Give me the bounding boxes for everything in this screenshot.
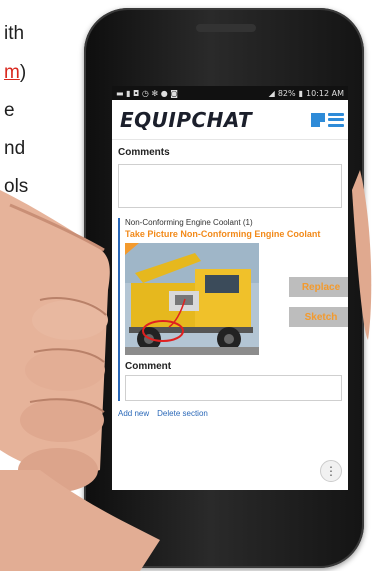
comments-textarea[interactable] [118,164,342,208]
side-text-4: nd [4,138,26,159]
add-new-link[interactable]: Add new [118,409,149,418]
side-text-paren: ) [19,62,27,83]
battery-level: 82% [277,88,296,98]
equipment-photo[interactable] [125,243,259,355]
app-header: EQUIPCHAT [112,100,348,140]
section-title: Non-Conforming Engine Coolant (1) [125,218,253,227]
signal-icon: ◢ [268,88,275,98]
status-notification-icons: ▬ ▮ ◘ ◷ ✻ ● ◙ [116,88,178,98]
delete-section-link[interactable]: Delete section [157,409,208,418]
side-text-3: e [4,100,15,121]
crane-photo-illustration [125,243,259,355]
replace-button[interactable]: Replace [289,277,348,297]
take-picture-link[interactable]: Take Picture Non-Conforming Engine Coola… [125,229,342,239]
phone-speaker [196,24,256,32]
section-actions: Add new Delete section [118,409,342,418]
side-text-link[interactable]: m) [4,63,94,82]
status-bar: ▬ ▮ ◘ ◷ ✻ ● ◙ ◢ 82% ▮ 10:12 AM [112,86,348,100]
phone-screen: ▬ ▮ ◘ ◷ ✻ ● ◙ ◢ 82% ▮ 10:12 AM EQUIPCHAT… [112,86,348,490]
app-logo: EQUIPCHAT [120,107,253,132]
side-text-1: ith [4,23,25,44]
comment-label: Comment [125,361,172,372]
side-text-link-label: m [4,62,20,83]
hamburger-menu-icon[interactable] [328,112,344,127]
sketch-button[interactable]: Sketch [289,307,348,327]
more-options-icon[interactable]: ⋮ [320,460,342,482]
form-content: Comments Non-Conforming Engine Coolant (… [112,140,348,422]
battery-icon: ▮ [298,88,304,98]
comment-input[interactable] [125,375,342,401]
coolant-section: Non-Conforming Engine Coolant (1) Take P… [118,218,348,401]
clock: 10:12 AM [306,88,344,98]
edit-square-icon[interactable] [311,112,325,127]
side-text-5: ols [4,176,29,197]
comments-label: Comments [118,147,170,158]
